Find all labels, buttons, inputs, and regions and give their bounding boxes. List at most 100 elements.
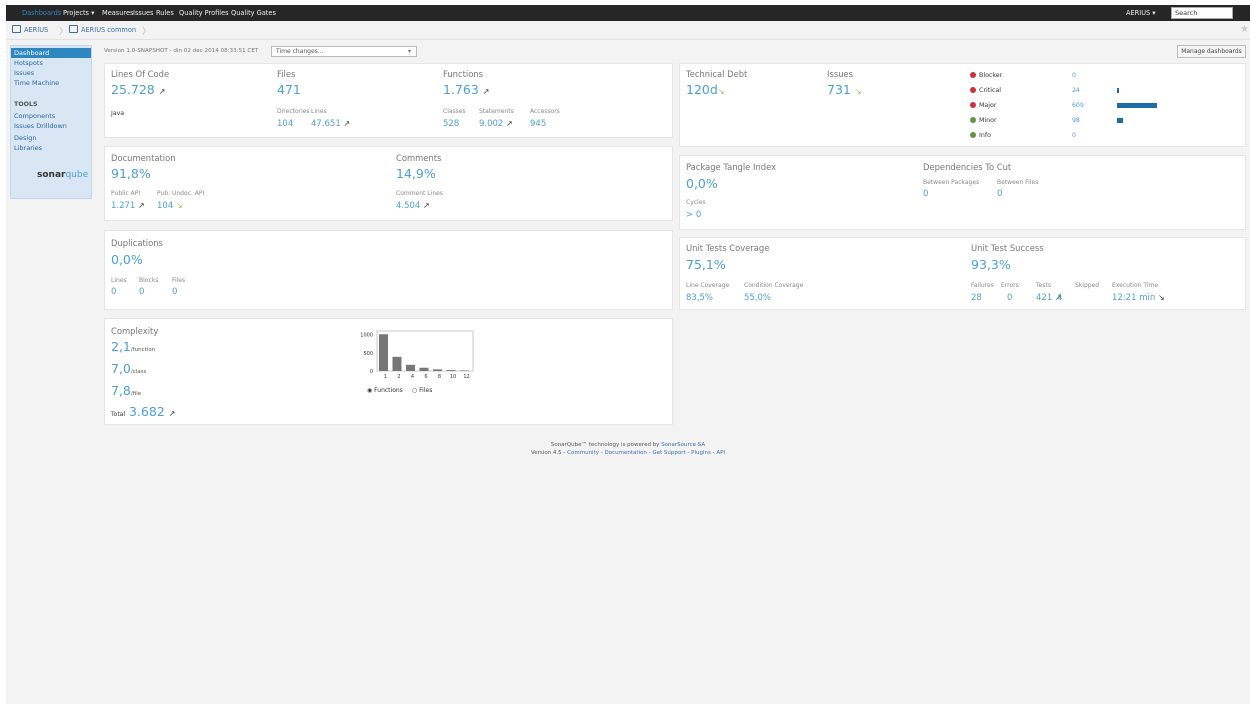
complexity-total[interactable]: Total 3.682 ↗ xyxy=(111,404,175,419)
public-api-label: Public API xyxy=(111,190,141,197)
functions-value[interactable]: 1.763 ↗ xyxy=(443,82,489,97)
duplications-widget: Duplications 0,0% Lines 0 Blocks 0 Files… xyxy=(104,230,673,310)
condition-coverage-value[interactable]: 55,0% xyxy=(744,293,771,303)
between-files-value[interactable]: 0 xyxy=(997,189,1002,199)
documentation-value[interactable]: 91,8% xyxy=(111,166,151,181)
nav-quality-profiles[interactable]: Quality Profiles xyxy=(179,9,229,17)
trend-down-icon: ↘ xyxy=(1157,293,1165,302)
complexity-title: Complexity xyxy=(111,326,159,336)
severity-blocker-count[interactable]: 0 xyxy=(1072,72,1076,79)
bar-4 xyxy=(406,364,415,371)
line-coverage-value[interactable]: 83,5% xyxy=(686,293,713,303)
sidebar-item-hotspots[interactable]: Hotspots xyxy=(14,59,43,67)
manage-dashboards-button[interactable]: Manage dashboards xyxy=(1177,45,1246,58)
severity-minor-count[interactable]: 98 xyxy=(1072,117,1080,124)
complexity-per-class[interactable]: 7,0/class xyxy=(111,361,146,376)
severity-critical-bar xyxy=(1117,88,1119,93)
severity-critical-icon xyxy=(970,87,976,93)
dup-files-value[interactable]: 0 xyxy=(172,287,177,297)
sidebar-item-issues-drilldown[interactable]: Issues Drilldown xyxy=(14,122,67,130)
failures-value[interactable]: 28 xyxy=(971,293,982,303)
between-packages-value[interactable]: 0 xyxy=(923,189,928,199)
statements-value[interactable]: 9.002 ↗ xyxy=(479,119,513,129)
time-changes-select[interactable]: Time changes... ▾ xyxy=(271,46,417,57)
footer-powered-by: SonarQube™ technology is powered by Sona… xyxy=(550,442,706,448)
severity-major-icon xyxy=(970,102,976,108)
documentation-widget: Documentation 91,8% Public API 1.271 ↗ P… xyxy=(104,146,673,221)
sidebar-item-issues[interactable]: Issues xyxy=(14,69,34,77)
dup-lines-value[interactable]: 0 xyxy=(111,287,116,297)
sidebar: Dashboard Hotspots Issues Time Machine T… xyxy=(10,45,92,199)
dup-blocks-value[interactable]: 0 xyxy=(139,287,144,297)
nav-issues[interactable]: Issues xyxy=(133,9,154,17)
sidebar-item-components[interactable]: Components xyxy=(14,112,55,120)
footer-link-community[interactable]: Community xyxy=(567,450,599,456)
skipped-value[interactable]: 4 xyxy=(1057,293,1062,303)
severity-critical-count[interactable]: 24 xyxy=(1072,87,1080,94)
sidebar-item-design[interactable]: Design xyxy=(14,134,36,142)
sonarsource-link[interactable]: SonarSource SA xyxy=(661,442,705,448)
severity-critical: Critical xyxy=(970,87,1001,94)
trend-up-icon: ↗ xyxy=(168,409,176,418)
favorite-star-icon[interactable]: ★ xyxy=(1240,24,1249,35)
condition-coverage-label: Condition Coverage xyxy=(744,282,804,289)
nav-projects[interactable]: Projects ▾ xyxy=(63,9,94,17)
radio-functions[interactable]: ◉ Functions xyxy=(367,387,403,394)
nav-dashboards[interactable]: Dashboards xyxy=(22,9,61,17)
directories-value[interactable]: 104 xyxy=(277,119,293,129)
complexity-per-function[interactable]: 2,1/function xyxy=(111,339,155,354)
public-api-value[interactable]: 1.271 ↗ xyxy=(111,201,145,211)
classes-value[interactable]: 528 xyxy=(443,119,459,129)
sidebar-item-libraries[interactable]: Libraries xyxy=(14,144,42,152)
accessors-label: Accessors xyxy=(530,108,560,115)
footer-link-api[interactable]: API xyxy=(716,450,725,456)
severity-major-count[interactable]: 609 xyxy=(1072,102,1084,109)
complexity-per-file[interactable]: 7,8/file xyxy=(111,383,141,398)
search-input[interactable] xyxy=(1171,7,1233,19)
undoc-api-value[interactable]: 104 ↘ xyxy=(157,201,183,211)
complexity-distribution-chart: 100050001 2 4 6 8 10 12 xyxy=(360,330,474,380)
x-tick-label: 12 xyxy=(463,374,469,380)
bar-8 xyxy=(433,369,442,371)
tests-widget: Unit Tests Coverage 75,1% Line Coverage … xyxy=(679,237,1246,310)
user-menu[interactable]: AERIUS ▾ xyxy=(1126,9,1156,17)
lines-value[interactable]: 47.651 ↗ xyxy=(311,119,350,129)
coverage-value[interactable]: 75,1% xyxy=(686,257,726,272)
documentation-title: Documentation xyxy=(111,153,176,163)
footer-link-support[interactable]: Get Support xyxy=(652,450,685,456)
test-success-value[interactable]: 93,3% xyxy=(971,257,1011,272)
duplications-value[interactable]: 0,0% xyxy=(111,252,143,267)
cycles-value[interactable]: > 0 xyxy=(686,210,701,220)
execution-time-value[interactable]: 12:21 min ↘ xyxy=(1112,293,1165,303)
errors-value[interactable]: 0 xyxy=(1007,293,1012,303)
technical-debt-value[interactable]: 120d↘ xyxy=(686,82,725,97)
x-tick-label: 2 xyxy=(397,374,400,380)
breadcrumb: AERIUS 〉 AERIUS common 〉 ★ xyxy=(6,21,1250,40)
comments-value[interactable]: 14,9% xyxy=(396,166,436,181)
accessors-value[interactable]: 945 xyxy=(530,119,546,129)
tangle-index-title: Package Tangle Index xyxy=(686,162,777,172)
breadcrumb-item[interactable]: AERIUS xyxy=(24,26,48,34)
sidebar-item-dashboard[interactable]: Dashboard xyxy=(11,48,91,58)
severity-info-count[interactable]: 0 xyxy=(1072,132,1076,139)
sonarqube-logo: sonarqube xyxy=(37,170,88,180)
footer-link-plugins[interactable]: Plugins xyxy=(691,450,711,456)
breadcrumb-item[interactable]: AERIUS common xyxy=(81,26,136,34)
nav-quality-gates[interactable]: Quality Gates xyxy=(231,9,276,17)
lines-label: Lines xyxy=(311,108,327,115)
statements-label: Statements xyxy=(479,108,514,115)
severity-info-icon xyxy=(970,132,976,138)
nav-rules[interactable]: Rules xyxy=(156,9,174,17)
radio-files[interactable]: ○ Files xyxy=(412,387,432,394)
issues-value[interactable]: 731 ↘ xyxy=(827,82,862,97)
trend-up-icon: ↗ xyxy=(423,201,430,210)
files-value[interactable]: 471 xyxy=(277,82,301,97)
loc-value[interactable]: 25.728 ↗ xyxy=(111,82,165,97)
footer-link-documentation[interactable]: Documentation xyxy=(604,450,646,456)
sidebar-item-time-machine[interactable]: Time Machine xyxy=(14,79,59,87)
nav-measures[interactable]: Measures xyxy=(102,9,133,17)
coverage-title: Unit Tests Coverage xyxy=(686,243,770,253)
severity-minor-bar xyxy=(1117,118,1123,123)
tangle-index-value[interactable]: 0,0% xyxy=(686,176,718,191)
comment-lines-value[interactable]: 4.504 ↗ xyxy=(396,201,430,211)
